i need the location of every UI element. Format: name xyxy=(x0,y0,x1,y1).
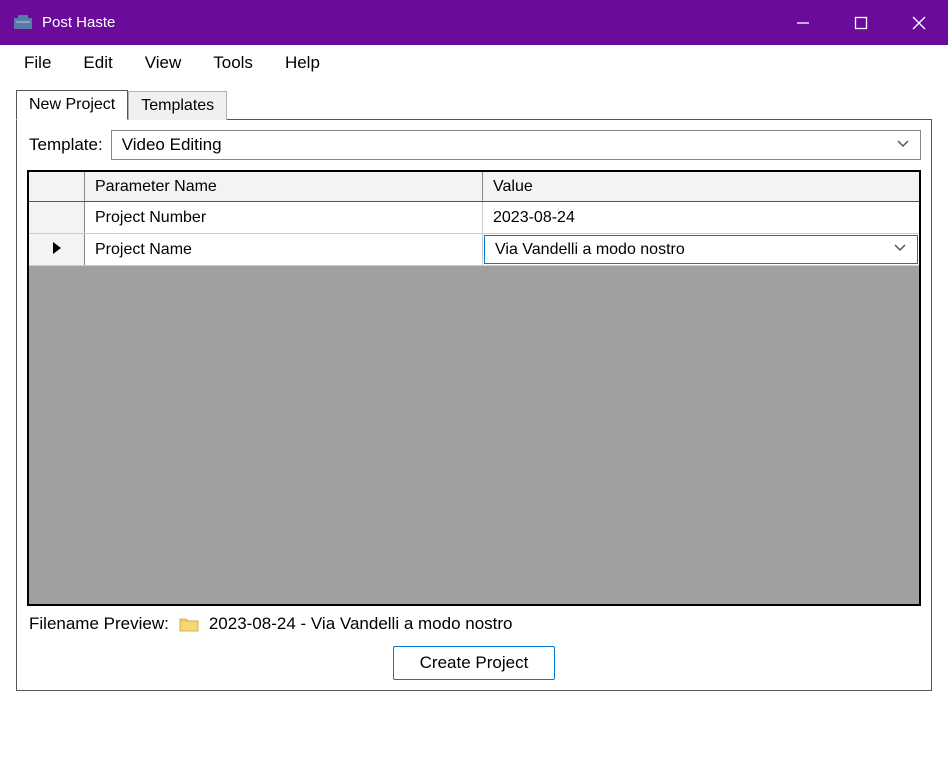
folder-icon xyxy=(179,615,199,633)
template-row: Template: Video Editing xyxy=(27,130,921,160)
table-row[interactable]: Project Number 2023-08-24 xyxy=(29,202,919,234)
param-name-cell: Project Name xyxy=(85,234,483,265)
param-value-combo[interactable]: Via Vandelli a modo nostro xyxy=(484,235,918,264)
menu-file[interactable]: File xyxy=(8,49,67,77)
menu-help[interactable]: Help xyxy=(269,49,336,77)
maximize-button[interactable] xyxy=(832,0,890,45)
menu-edit[interactable]: Edit xyxy=(67,49,128,77)
titlebar: Post Haste xyxy=(0,0,948,45)
content-area: New Project Templates Template: Video Ed… xyxy=(0,81,948,707)
minimize-button[interactable] xyxy=(774,0,832,45)
table-row[interactable]: Project Name Via Vandelli a modo nostro xyxy=(29,234,919,266)
window-title: Post Haste xyxy=(42,14,774,31)
row-marker xyxy=(29,202,85,233)
menubar: File Edit View Tools Help xyxy=(0,45,948,81)
menu-view[interactable]: View xyxy=(129,49,198,77)
filename-preview-row: Filename Preview: 2023-08-24 - Via Vande… xyxy=(27,614,921,634)
param-name-cell: Project Number xyxy=(85,202,483,233)
template-label: Template: xyxy=(27,135,103,155)
template-select[interactable]: Video Editing xyxy=(111,130,921,160)
close-button[interactable] xyxy=(890,0,948,45)
window-controls xyxy=(774,0,948,45)
grid-header-marker xyxy=(29,172,85,201)
tab-strip: New Project Templates xyxy=(16,89,932,119)
filename-preview-value: 2023-08-24 - Via Vandelli a modo nostro xyxy=(209,614,513,634)
template-selected-value: Video Editing xyxy=(122,135,222,155)
create-button-row: Create Project xyxy=(27,646,921,680)
app-icon xyxy=(14,15,32,31)
tab-templates[interactable]: Templates xyxy=(128,91,227,120)
grid-header-parameter[interactable]: Parameter Name xyxy=(85,172,483,201)
grid-header-value[interactable]: Value xyxy=(483,172,919,201)
create-project-button[interactable]: Create Project xyxy=(393,646,556,680)
parameter-grid: Parameter Name Value Project Number 2023… xyxy=(27,170,921,606)
caret-right-icon xyxy=(53,241,61,259)
param-value-cell[interactable]: 2023-08-24 xyxy=(483,202,919,233)
chevron-down-icon xyxy=(896,135,910,155)
tab-panel: Template: Video Editing Parameter Name V… xyxy=(16,119,932,691)
filename-preview-label: Filename Preview: xyxy=(29,614,169,634)
chevron-down-icon xyxy=(893,240,907,259)
param-value-text: Via Vandelli a modo nostro xyxy=(495,241,685,259)
tab-new-project[interactable]: New Project xyxy=(16,90,128,120)
row-marker-active xyxy=(29,234,85,265)
menu-tools[interactable]: Tools xyxy=(197,49,269,77)
grid-header: Parameter Name Value xyxy=(29,172,919,202)
